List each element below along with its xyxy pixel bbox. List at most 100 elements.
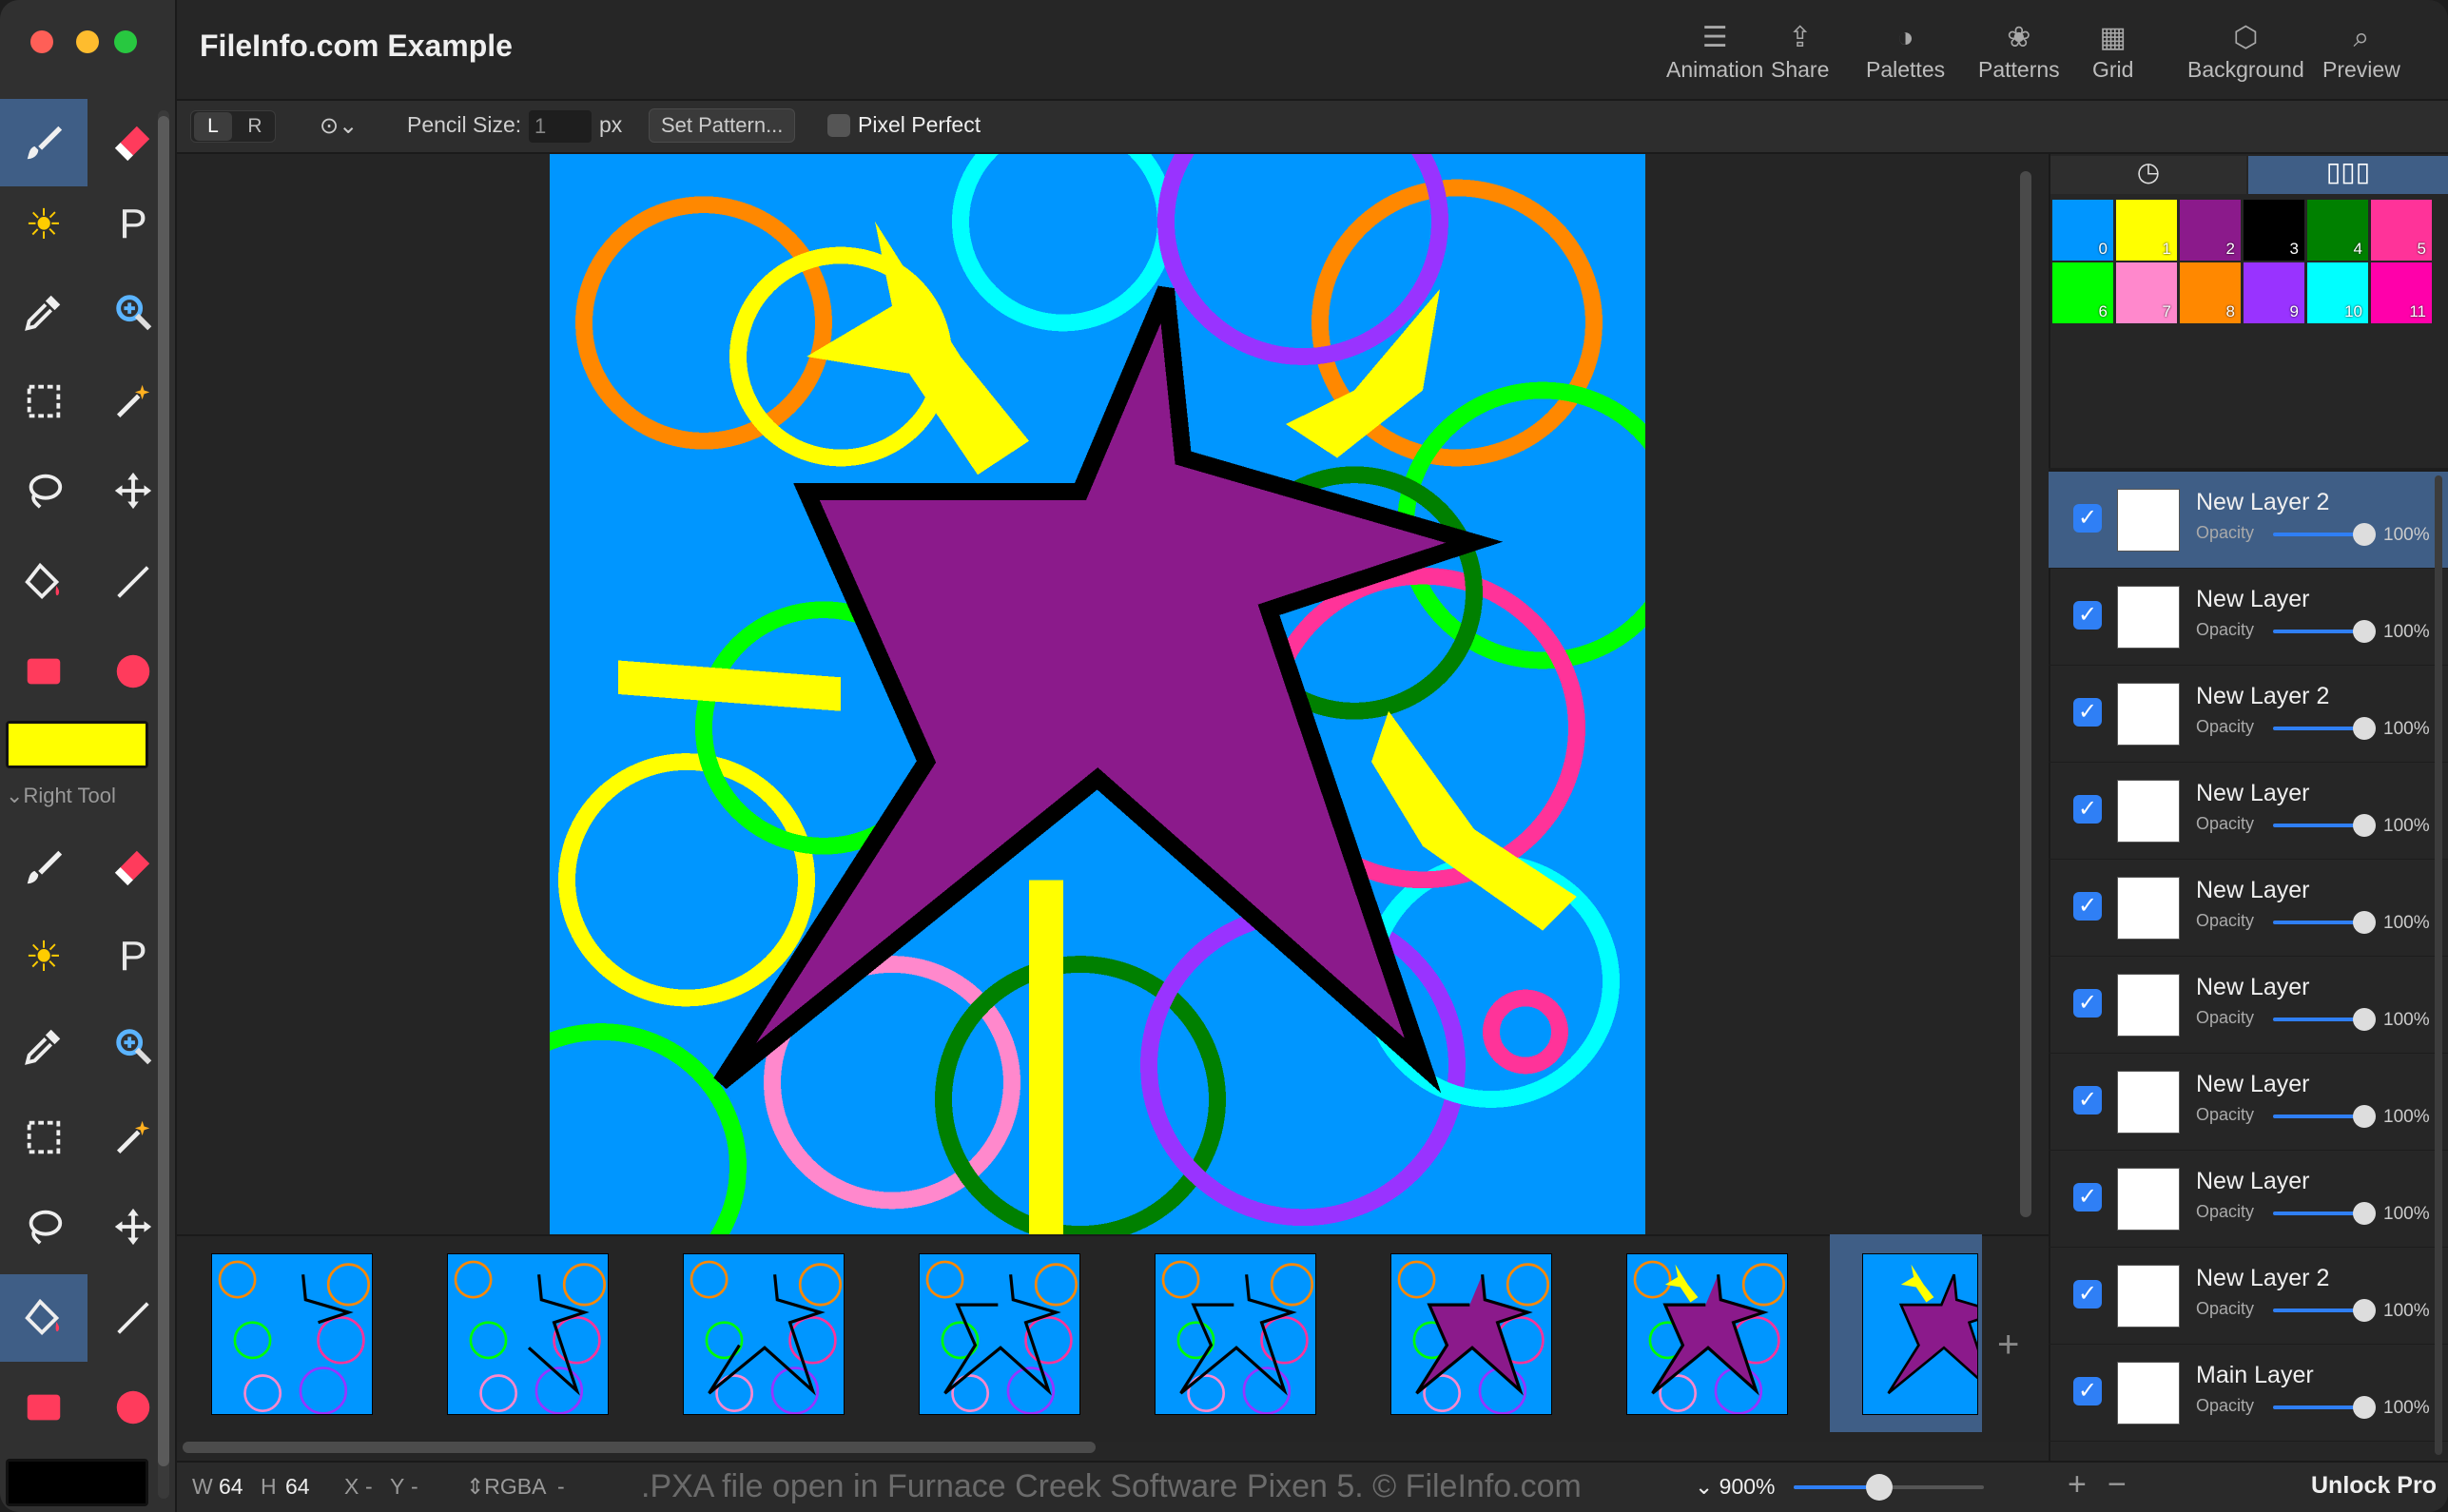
layer-opacity-knob[interactable] (2353, 1396, 2376, 1419)
brush-tool[interactable] (0, 99, 87, 186)
layer-opacity-slider[interactable] (2273, 1115, 2361, 1118)
right-fill-tool[interactable] (0, 1274, 87, 1362)
animation-frame[interactable] (683, 1253, 845, 1415)
layer-visibility-checkbox[interactable]: ✓ (2073, 1377, 2102, 1405)
unlock-pro-button[interactable]: Unlock Pro (2311, 1472, 2437, 1500)
grid-toolbar-button[interactable]: ▦ Grid (2092, 19, 2133, 95)
layer-opacity-knob[interactable] (2353, 620, 2376, 643)
layer-visibility-checkbox[interactable]: ✓ (2073, 1183, 2102, 1212)
fill-tool[interactable] (0, 538, 87, 626)
layer-visibility-checkbox[interactable]: ✓ (2073, 892, 2102, 921)
brush-shape-menu[interactable]: ⊙⌄ (320, 112, 358, 140)
layer-visibility-checkbox[interactable]: ✓ (2073, 1086, 2102, 1115)
layer-row[interactable]: ✓ New Layer Opacity 100% (2049, 763, 2448, 860)
layer-row[interactable]: ✓ Main Layer Opacity 100% (2049, 1345, 2448, 1442)
left-button[interactable]: L (194, 112, 232, 141)
layers-scrollbar[interactable] (2435, 475, 2442, 1455)
lasso-tool[interactable] (0, 447, 87, 534)
palette-swatch[interactable]: 4 (2307, 200, 2368, 261)
left-color-well[interactable] (6, 721, 148, 768)
right-brush-tool[interactable] (0, 824, 87, 911)
background-toolbar-button[interactable]: ⬡ Background (2187, 19, 2304, 95)
layer-opacity-knob[interactable] (2353, 523, 2376, 546)
animation-toolbar-button[interactable]: ☰ Animation (1666, 19, 1763, 95)
palette-swatch[interactable]: 0 (2052, 200, 2113, 261)
layer-opacity-slider[interactable] (2273, 1212, 2361, 1215)
add-frame-button[interactable]: + (1997, 1324, 2019, 1367)
color-mode-menu[interactable]: ⇕RGBA (466, 1474, 546, 1500)
swatches-tab[interactable]: ▯▯▯ (2248, 156, 2448, 194)
pixel-canvas[interactable] (550, 154, 1645, 1234)
animation-frame[interactable] (211, 1253, 373, 1415)
rectangle-tool[interactable] (0, 628, 87, 715)
tool-scrollbar[interactable] (158, 110, 169, 1499)
palette-swatch[interactable]: 5 (2371, 200, 2432, 261)
layer-opacity-slider[interactable] (2273, 824, 2361, 827)
layer-opacity-slider[interactable] (2273, 727, 2361, 730)
layer-opacity-knob[interactable] (2353, 1202, 2376, 1225)
animation-frame[interactable] (1626, 1253, 1788, 1415)
layer-row[interactable]: ✓ New Layer Opacity 100% (2049, 569, 2448, 666)
layer-row[interactable]: ✓ New Layer Opacity 100% (2049, 1151, 2448, 1248)
layer-opacity-slider[interactable] (2273, 921, 2361, 924)
filmstrip-scrollbar[interactable] (183, 1442, 1096, 1453)
add-layer-button[interactable]: + (2068, 1466, 2087, 1503)
palette-swatch[interactable]: 9 (2244, 262, 2304, 323)
palette-swatch[interactable]: 8 (2180, 262, 2241, 323)
layer-visibility-checkbox[interactable]: ✓ (2073, 795, 2102, 824)
layer-opacity-slider[interactable] (2273, 1308, 2361, 1312)
palettes-toolbar-button[interactable]: ◑ Palettes (1866, 19, 1945, 95)
share-toolbar-button[interactable]: ⇪ Share (1771, 19, 1829, 95)
palette-swatch[interactable]: 1 (2116, 200, 2177, 261)
layer-row[interactable]: ✓ New Layer 2 Opacity 100% (2049, 666, 2448, 763)
lighten-tool[interactable]: ☀ (0, 181, 87, 268)
right-button[interactable]: R (238, 112, 272, 141)
pencil-size-input[interactable]: 1 (529, 110, 592, 143)
layer-opacity-slider[interactable] (2273, 533, 2361, 536)
animation-frame[interactable] (1155, 1253, 1316, 1415)
layer-row[interactable]: ✓ New Layer Opacity 100% (2049, 860, 2448, 957)
canvas-vertical-scrollbar[interactable] (2020, 171, 2031, 1217)
rect-select-tool[interactable] (0, 358, 87, 445)
eyedropper-tool[interactable] (0, 268, 87, 356)
pixel-perfect-checkbox[interactable] (827, 114, 850, 137)
zoom-window-button[interactable] (114, 30, 137, 53)
layer-row[interactable]: ✓ New Layer Opacity 100% (2049, 957, 2448, 1054)
right-rect-select-tool[interactable] (0, 1094, 87, 1181)
layer-row[interactable]: ✓ New Layer 2 Opacity 100% (2049, 472, 2448, 569)
layer-opacity-knob[interactable] (2353, 1008, 2376, 1031)
layer-opacity-knob[interactable] (2353, 717, 2376, 740)
right-eyedropper-tool[interactable] (0, 1002, 87, 1090)
right-lasso-tool[interactable] (0, 1183, 87, 1270)
layer-opacity-knob[interactable] (2353, 814, 2376, 837)
right-rectangle-tool[interactable] (0, 1364, 87, 1451)
animation-frame[interactable] (447, 1253, 609, 1415)
animation-frame[interactable] (919, 1253, 1080, 1415)
close-window-button[interactable] (30, 30, 53, 53)
zoom-menu[interactable]: ⌄ 900% (1695, 1474, 1776, 1500)
layer-visibility-checkbox[interactable]: ✓ (2073, 504, 2102, 533)
animation-frame-selected[interactable] (1862, 1253, 1978, 1415)
minimize-window-button[interactable] (76, 30, 99, 53)
layer-visibility-checkbox[interactable]: ✓ (2073, 1280, 2102, 1308)
palette-swatch[interactable]: 6 (2052, 262, 2113, 323)
animation-frame[interactable] (1390, 1253, 1552, 1415)
layer-row[interactable]: ✓ New Layer 2 Opacity 100% (2049, 1248, 2448, 1345)
layer-visibility-checkbox[interactable]: ✓ (2073, 989, 2102, 1018)
layer-visibility-checkbox[interactable]: ✓ (2073, 698, 2102, 727)
patterns-toolbar-button[interactable]: ❀ Patterns (1978, 19, 2060, 95)
right-lighten-tool[interactable]: ☀ (0, 913, 87, 1000)
palette-swatch[interactable]: 7 (2116, 262, 2177, 323)
palette-swatch[interactable]: 11 (2371, 262, 2432, 323)
layer-opacity-knob[interactable] (2353, 1105, 2376, 1128)
layer-opacity-knob[interactable] (2353, 1299, 2376, 1322)
right-color-well[interactable] (6, 1459, 148, 1506)
layer-opacity-knob[interactable] (2353, 911, 2376, 934)
zoom-slider-knob[interactable] (1866, 1474, 1893, 1501)
history-palette-tab[interactable]: ◷ (2050, 156, 2246, 194)
right-tool-toggle[interactable]: ⌄Right Tool (6, 784, 116, 808)
preview-toolbar-button[interactable]: ⌕ Preview (2322, 19, 2400, 95)
layer-row[interactable]: ✓ New Layer Opacity 100% (2049, 1054, 2448, 1151)
layer-opacity-slider[interactable] (2273, 1405, 2361, 1409)
zoom-slider[interactable] (1794, 1474, 1984, 1501)
